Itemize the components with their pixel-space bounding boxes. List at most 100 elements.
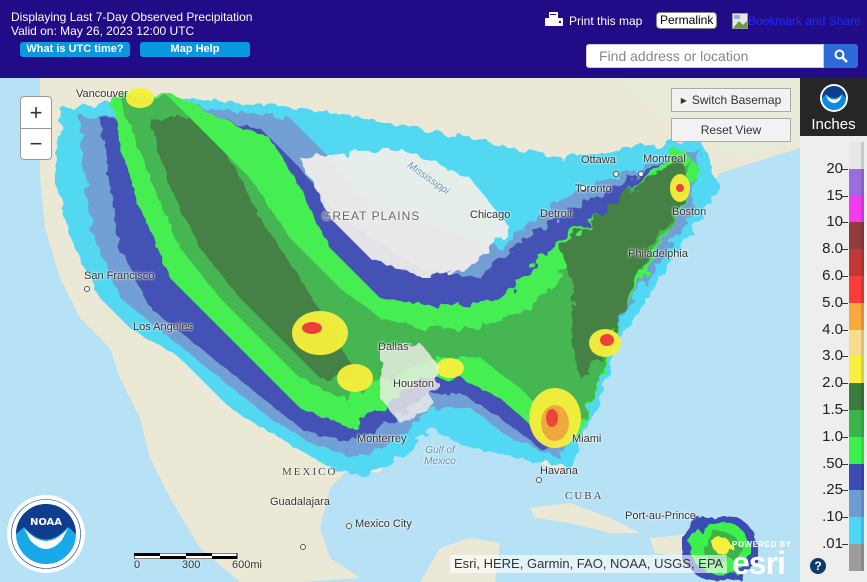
legend-help-icon[interactable]: ? [810, 558, 826, 574]
noaa-small-logo [820, 84, 848, 112]
legend-tick [842, 222, 848, 224]
legend-tick [842, 383, 848, 385]
scale-label: 300 [182, 559, 201, 571]
city-label: Monterrey [357, 433, 407, 445]
legend-tick [842, 302, 848, 304]
map-attribution: Esri, HERE, Garmin, FAO, NOAA, USGS, EPA [450, 555, 728, 573]
legend-label: .50 [822, 454, 843, 472]
legend-label: .01 [822, 535, 843, 552]
map-title: Displaying Last 7-Day Observed Precipita… [11, 10, 253, 24]
legend-label: 5.0 [822, 293, 843, 311]
legend-swatch [849, 302, 864, 331]
city-label: Detroit [540, 208, 573, 220]
city-label: San Francisco [84, 270, 155, 282]
legend-swatch [849, 168, 864, 197]
city-label: Philadelphia [628, 248, 688, 260]
country-label: MEXICO [282, 466, 338, 478]
bookmark-label: Bookmark and Share [748, 14, 861, 28]
search-button[interactable] [824, 44, 858, 68]
legend-label: 6.0 [822, 267, 843, 284]
bookmark-share-link[interactable]: Bookmark and Share [732, 13, 861, 29]
legend-tick [842, 249, 848, 251]
legend-title: Inches [811, 116, 856, 133]
city-label: Boston [672, 206, 707, 218]
legend-swatch [849, 490, 864, 518]
scale-label: 0 [134, 559, 141, 571]
legend-tick [842, 329, 848, 331]
legend-tick [842, 276, 848, 277]
legend-label: 3.0 [822, 347, 843, 365]
city-marker [346, 523, 352, 529]
city-label: Houston [393, 378, 434, 390]
legend-tick [842, 195, 848, 197]
city-marker [638, 171, 644, 177]
print-map-link[interactable]: Print this map [545, 12, 642, 28]
region-label: GREAT PLAINS [322, 209, 421, 223]
legend-label: 1.0 [822, 427, 843, 445]
legend-tick [842, 436, 848, 438]
zoom-out-button[interactable]: − [21, 128, 51, 159]
zoom-control: + − [20, 96, 52, 160]
utc-time-button[interactable]: What is UTC time? [20, 42, 130, 57]
city-marker [580, 185, 586, 191]
valid-date: Valid on: May 26, 2023 12:00 UTC [11, 24, 195, 38]
legend-label: 8.0 [822, 240, 843, 258]
legend-tick [842, 410, 848, 411]
city-label: Montreal [643, 153, 686, 165]
legend-tick [842, 517, 848, 519]
legend-swatch [849, 276, 864, 304]
legend-swatch [849, 249, 864, 277]
legend-label: 10 [826, 213, 843, 231]
noaa-logo: NOAA [7, 495, 85, 573]
legend-swatch [849, 142, 864, 170]
print-label: Print this map [569, 14, 643, 28]
esri-brand-text: esri [732, 545, 786, 581]
legend-swatch [849, 463, 864, 491]
legend-label: 2.0 [822, 374, 843, 392]
legend-swatch [849, 410, 864, 438]
city-label: Ottawa [581, 154, 616, 166]
city-marker [84, 286, 90, 292]
switch-basemap-label: Switch Basemap [691, 93, 782, 107]
legend-swatch [849, 517, 864, 545]
precipitation-map[interactable]: Vancouver San Francisco Los Angeles Dall… [0, 78, 867, 582]
search-icon [834, 49, 848, 63]
location-search-input[interactable] [586, 44, 824, 68]
water-label: Gulf of Mexico [424, 445, 456, 467]
esri-logo[interactable]: POWERED BY esri [732, 540, 792, 581]
legend-swatch [849, 222, 864, 250]
country-label: CUBA [565, 490, 604, 502]
city-marker [613, 171, 619, 177]
legend-swatch [849, 544, 864, 572]
precip-legend: Inches 20 15 10 8.0 6.0 5.0 4.0 3.0 2.0 1.5 1.0 .50… [800, 78, 867, 582]
caret-right-icon: ▶ [680, 95, 687, 105]
city-label: Mexico City [355, 518, 412, 530]
city-label: Los Angeles [133, 321, 193, 333]
permalink-button[interactable]: Permalink [656, 12, 718, 29]
legend-tick [842, 356, 848, 358]
legend-swatch [849, 383, 864, 411]
city-label: Guadalajara [270, 496, 330, 508]
legend-swatch [849, 329, 864, 357]
map-help-button[interactable]: Map Help [140, 42, 250, 57]
city-label: Miami [572, 433, 602, 445]
scale-label: 600mi [232, 559, 262, 571]
reset-view-button[interactable]: Reset View [671, 118, 791, 142]
city-label: Havana [540, 465, 578, 477]
legend-label: .10 [822, 508, 843, 526]
legend-tick [842, 544, 848, 545]
city-marker [300, 544, 306, 550]
legend-tick [842, 490, 848, 492]
zoom-in-button[interactable]: + [21, 97, 51, 128]
switch-basemap-button[interactable]: ▶ Switch Basemap [671, 88, 791, 112]
legend-label: 1.5 [822, 401, 843, 418]
city-label: Chicago [470, 209, 511, 221]
broken-image-icon [732, 13, 748, 29]
legend-label: .25 [822, 481, 843, 499]
legend-swatch [849, 436, 864, 465]
header-bar: Displaying Last 7-Day Observed Precipita… [0, 0, 867, 78]
noaa-logo-text: NOAA [30, 517, 62, 528]
legend-tick [842, 168, 848, 170]
city-label: Port-au-Prince [625, 510, 696, 522]
app-root: Displaying Last 7-Day Observed Precipita… [0, 0, 867, 582]
